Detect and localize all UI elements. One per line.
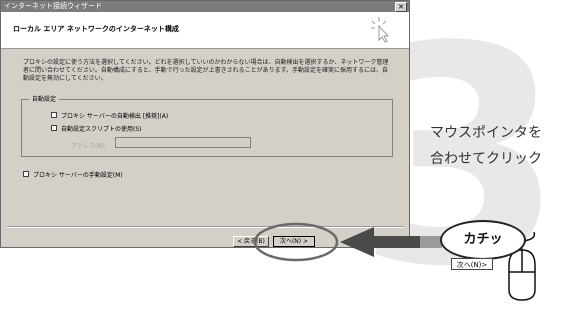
instruction-line-1: マウスポインタを [430, 125, 542, 141]
arrow-tail [420, 236, 442, 248]
instruction-line-2: 合わせてクリック [430, 151, 542, 167]
click-sound-bubble: カチッ [440, 220, 526, 260]
pointer-arrow-icon [340, 227, 420, 257]
highlight-ellipse [253, 222, 339, 262]
next-button-illustration: 次へ(N)> [451, 258, 493, 270]
